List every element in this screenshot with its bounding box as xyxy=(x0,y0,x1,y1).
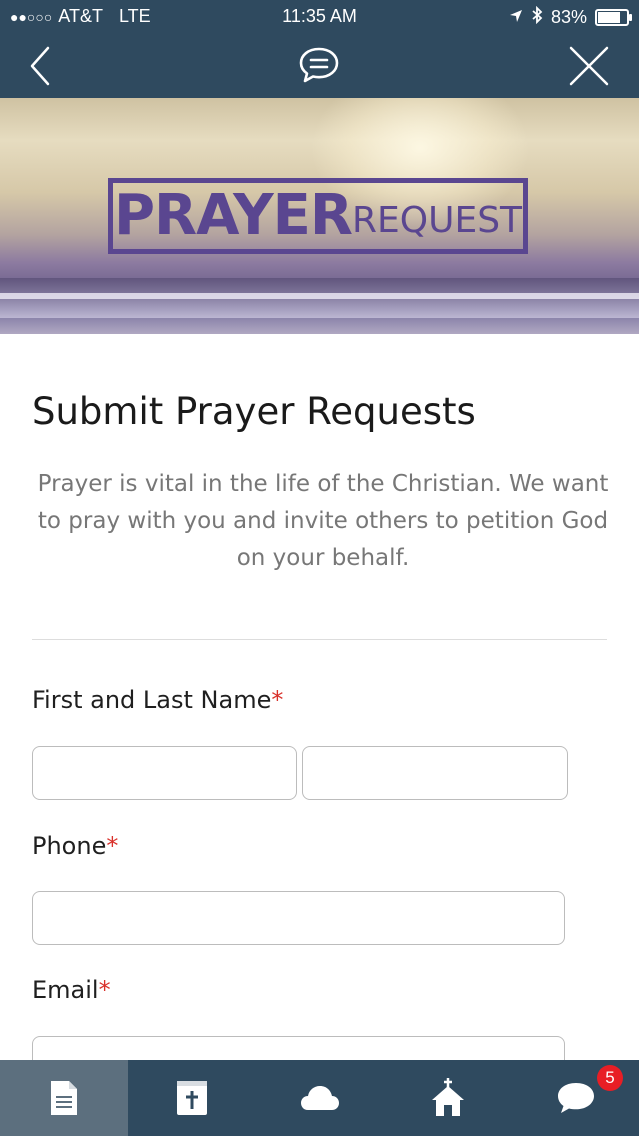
bottom-tab-bar: 5 xyxy=(0,1060,639,1136)
location-arrow-icon xyxy=(509,7,523,28)
tab-cloud[interactable] xyxy=(256,1060,384,1136)
wave-crest xyxy=(0,293,639,299)
nav-bar xyxy=(0,34,639,98)
cloud-icon xyxy=(301,1086,339,1110)
document-icon xyxy=(51,1081,77,1115)
phone-label-text: Phone xyxy=(32,832,107,860)
logo-word-request: REQUEST xyxy=(352,200,523,241)
chat-icon xyxy=(558,1083,594,1113)
top-bar: ●●○○○ AT&T LTE 11:35 AM 83% xyxy=(0,0,639,98)
bluetooth-icon xyxy=(531,5,543,29)
bible-icon xyxy=(177,1081,207,1115)
page-description: Prayer is vital in the life of the Chris… xyxy=(37,471,609,571)
battery-fill xyxy=(598,12,620,23)
phone-input[interactable] xyxy=(32,891,565,945)
first-name-input[interactable] xyxy=(32,746,297,800)
tab-document[interactable] xyxy=(0,1060,128,1136)
name-label: First and Last Name* xyxy=(32,686,283,714)
phone-label: Phone* xyxy=(32,832,118,860)
name-label-text: First and Last Name xyxy=(32,686,272,714)
back-button[interactable] xyxy=(24,44,64,88)
required-marker: * xyxy=(98,976,111,1004)
hero-banner: PRAYER REQUEST xyxy=(0,98,639,334)
logo-word-prayer: PRAYER xyxy=(113,183,353,248)
tab-messages[interactable]: 5 xyxy=(512,1060,639,1136)
chat-bubble-icon xyxy=(299,47,339,83)
close-icon xyxy=(569,46,609,86)
section-divider xyxy=(32,639,607,640)
status-right: 83% xyxy=(509,5,632,29)
page-title: Submit Prayer Requests xyxy=(32,390,476,433)
notification-badge: 5 xyxy=(597,1065,623,1091)
tab-bible[interactable] xyxy=(128,1060,256,1136)
battery-icon xyxy=(595,9,632,26)
comment-button[interactable] xyxy=(297,46,341,86)
required-marker: * xyxy=(271,686,284,714)
required-marker: * xyxy=(106,832,119,860)
close-button[interactable] xyxy=(567,46,611,86)
email-label-text: Email xyxy=(32,976,99,1004)
battery-percent: 83% xyxy=(550,7,587,27)
prayer-request-logo: PRAYER REQUEST xyxy=(108,178,528,254)
chevron-left-icon xyxy=(30,46,50,86)
tab-church[interactable] xyxy=(384,1060,512,1136)
status-bar: ●●○○○ AT&T LTE 11:35 AM 83% xyxy=(0,0,639,34)
last-name-input[interactable] xyxy=(302,746,568,800)
email-label: Email* xyxy=(32,976,111,1004)
church-icon xyxy=(432,1078,464,1116)
